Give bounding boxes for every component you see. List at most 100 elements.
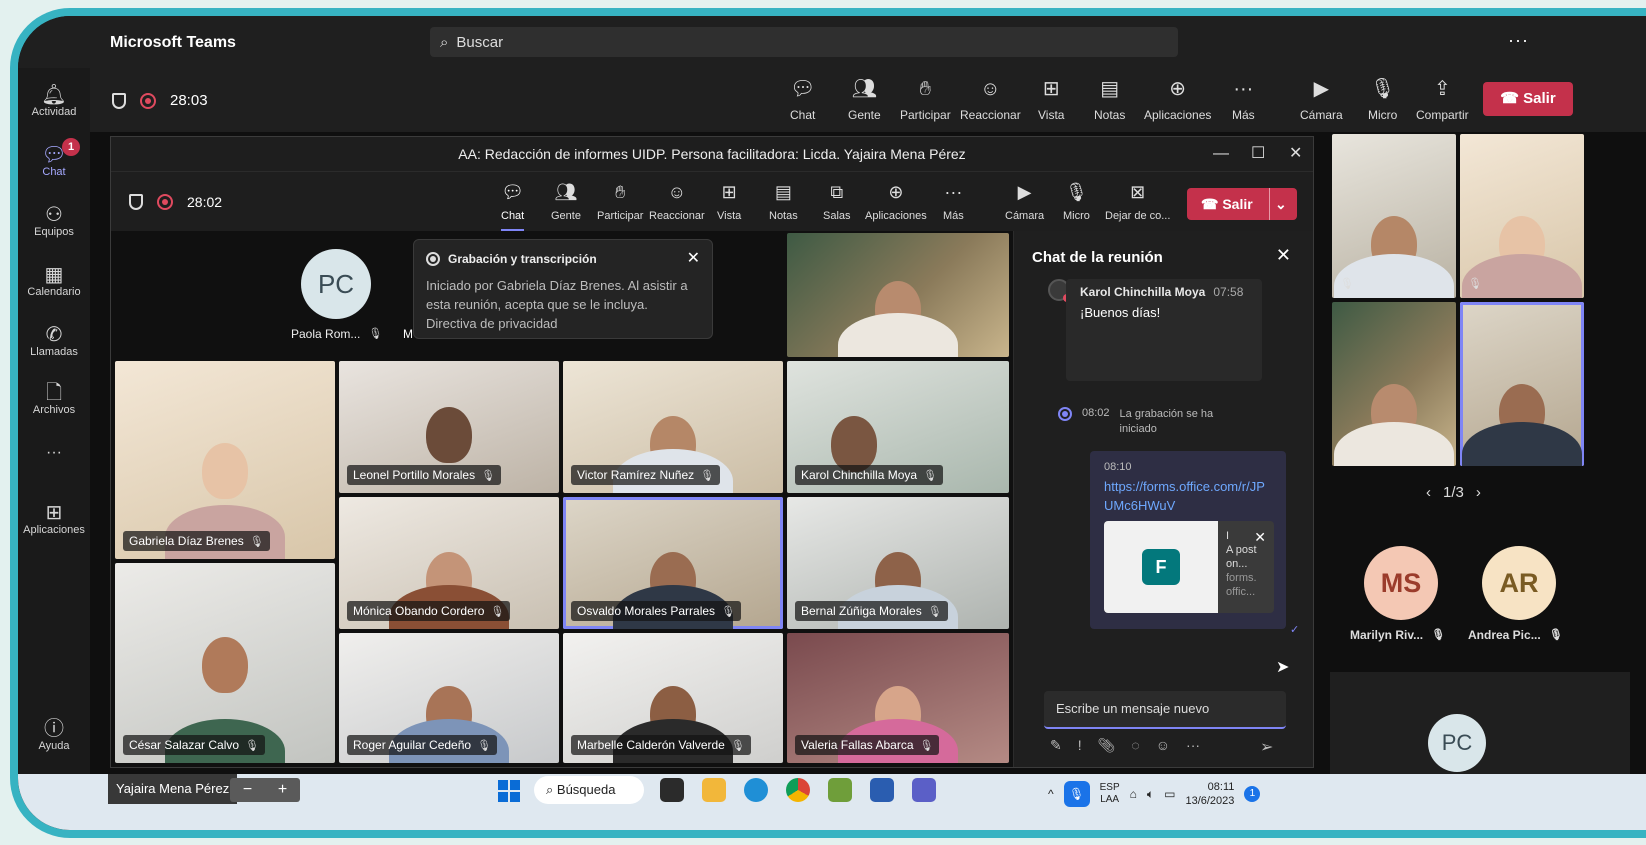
shared-leave-button[interactable]: ☎ Salir ⌄ bbox=[1187, 188, 1297, 220]
shared-notes-button[interactable]: ▤ Notas bbox=[769, 180, 798, 222]
maximize-icon[interactable]: ☐ bbox=[1251, 137, 1265, 171]
priority-icon[interactable]: ! bbox=[1078, 737, 1082, 754]
edge-icon[interactable] bbox=[744, 778, 768, 802]
toolbar-people-button[interactable]: 👥︎ Gente bbox=[848, 76, 881, 122]
video-tile[interactable]: Gabriela Díaz Brenes 🎙︎ bbox=[115, 361, 335, 559]
send-icon[interactable]: ➢ bbox=[1260, 737, 1273, 757]
shield-icon bbox=[129, 194, 143, 210]
rail-item-calendario[interactable]: ▦ Calendario bbox=[18, 264, 90, 298]
video-tile-speaking[interactable] bbox=[1460, 302, 1584, 466]
chevron-left-icon[interactable]: ‹ bbox=[1426, 484, 1431, 501]
video-tile[interactable] bbox=[1332, 302, 1456, 466]
teams-icon: ⚇ bbox=[45, 204, 63, 226]
rail-item-more[interactable]: ··· bbox=[18, 444, 90, 462]
language-indicator[interactable]: ESP LAA bbox=[1100, 782, 1120, 806]
rail-item-actividad[interactable]: 🔔︎ Actividad bbox=[18, 84, 90, 118]
video-tile[interactable]: Roger Aguilar Cedeño 🎙︎ bbox=[339, 633, 559, 763]
video-tile[interactable]: 🎙︎ bbox=[1460, 134, 1584, 298]
emoji-icon[interactable]: ☺ bbox=[1156, 737, 1170, 754]
battery-icon[interactable]: ▭ bbox=[1164, 787, 1175, 801]
app-icon[interactable] bbox=[828, 778, 852, 802]
video-tile-classroom[interactable] bbox=[787, 233, 1009, 357]
file-explorer-icon[interactable] bbox=[702, 778, 726, 802]
video-tile[interactable]: 🎙︎ bbox=[1332, 134, 1456, 298]
notification-badge[interactable]: 1 bbox=[1244, 786, 1261, 802]
toolbar-apps-button[interactable]: ⊕ Aplicaciones bbox=[1144, 76, 1211, 122]
toolbar-view-button[interactable]: ⊞ Vista bbox=[1038, 76, 1064, 122]
shared-raise-hand-button[interactable]: ✋︎ Participar bbox=[597, 180, 643, 222]
zoom-in-icon[interactable]: + bbox=[278, 778, 287, 802]
shared-apps-button[interactable]: ⊕ Aplicaciones bbox=[865, 180, 927, 222]
video-tile[interactable]: César Salazar Calvo 🎙︎ bbox=[115, 563, 335, 763]
clock[interactable]: 08:11 13/6/2023 bbox=[1185, 780, 1234, 808]
network-icon[interactable]: ⌂ bbox=[1130, 787, 1137, 801]
mic-icon[interactable]: 🎙︎ bbox=[1063, 781, 1090, 807]
format-icon[interactable]: ✎ bbox=[1050, 737, 1062, 754]
mic-off-icon: 🎙︎ bbox=[249, 535, 264, 548]
video-tile[interactable]: Bernal Zúñiga Morales 🎙︎ bbox=[787, 497, 1009, 629]
leave-button[interactable]: ☎ Salir bbox=[1483, 82, 1573, 116]
task-view-icon[interactable] bbox=[660, 778, 684, 802]
video-tile[interactable]: Mónica Obando Cordero 🎙︎ bbox=[339, 497, 559, 629]
toolbar-raise-hand-button[interactable]: ✋︎ Participar bbox=[900, 76, 951, 122]
teams-icon[interactable] bbox=[912, 778, 936, 802]
chevron-right-icon[interactable]: › bbox=[1476, 484, 1481, 501]
video-tile-speaking[interactable]: Osvaldo Morales Parrales 🎙︎ bbox=[563, 497, 783, 629]
rail-item-aplicaciones[interactable]: ⊞ Aplicaciones bbox=[18, 502, 90, 536]
forms-link[interactable]: https://forms.office.com/r/JPUMc6HWuV bbox=[1104, 477, 1272, 515]
toolbar-camera-button[interactable]: ▶︎ Cámara bbox=[1300, 76, 1343, 122]
minimize-icon[interactable]: — bbox=[1213, 137, 1229, 171]
video-tile[interactable]: Marbelle Calderón Valverde 🎙︎ bbox=[563, 633, 783, 763]
video-tile[interactable]: Leonel Portillo Morales 🎙︎ bbox=[339, 361, 559, 493]
speaker-icon[interactable]: 🔈︎ bbox=[1147, 787, 1154, 802]
more-icon[interactable]: ··· bbox=[1186, 737, 1200, 754]
shared-people-button[interactable]: 👥︎ Gente bbox=[551, 180, 581, 222]
shared-view-button[interactable]: ⊞ Vista bbox=[717, 180, 741, 222]
windows-start-icon[interactable] bbox=[498, 780, 520, 802]
close-icon[interactable]: ✕ bbox=[1254, 529, 1266, 546]
loop-icon[interactable]: ◌ bbox=[1131, 737, 1139, 754]
participant-name-cut: M bbox=[403, 327, 413, 341]
mic-off-icon: 🎙︎ bbox=[490, 605, 505, 618]
toolbar-share-button[interactable]: ⇪ Compartir bbox=[1416, 76, 1469, 122]
stop-sharing-button[interactable]: ⊠ Dejar de co... bbox=[1105, 180, 1170, 222]
chevron-down-icon[interactable]: ⌄ bbox=[1275, 188, 1287, 220]
taskbar-search[interactable]: ⌕ Búsqueda bbox=[534, 776, 644, 804]
toolbar-react-button[interactable]: ☺ Reaccionar bbox=[960, 76, 1021, 122]
link-preview-card[interactable]: F I A post on... forms. offic... ✕ bbox=[1104, 521, 1274, 613]
more-options-icon[interactable]: ··· bbox=[1508, 30, 1529, 51]
attach-icon[interactable]: 📎︎ bbox=[1098, 737, 1116, 754]
zoom-out-icon[interactable]: − bbox=[243, 778, 252, 802]
chrome-icon[interactable] bbox=[786, 778, 810, 802]
message-input[interactable]: Escribe un mensaje nuevo bbox=[1044, 691, 1286, 729]
search-input[interactable]: ⌕ Buscar bbox=[430, 27, 1178, 57]
close-icon[interactable]: ✕ bbox=[1289, 137, 1302, 171]
shared-camera-button[interactable]: ▶︎ Cámara bbox=[1005, 180, 1044, 222]
video-tile[interactable]: Karol Chinchilla Moya 🎙︎ bbox=[787, 361, 1009, 493]
video-tile[interactable]: Valeria Fallas Abarca 🎙︎ bbox=[787, 633, 1009, 763]
shared-chat-button[interactable]: 💬︎ Chat bbox=[501, 180, 525, 232]
stop-share-icon: ⊠ bbox=[1130, 182, 1146, 202]
close-icon[interactable]: ✕ bbox=[1276, 245, 1291, 266]
video-tile[interactable]: Victor Ramírez Nuñez 🎙︎ bbox=[563, 361, 783, 493]
toolbar-more-button[interactable]: ··· Más bbox=[1232, 76, 1255, 122]
button-label: Micro bbox=[1063, 210, 1090, 222]
grid-icon: ⊞ bbox=[721, 182, 737, 202]
close-icon[interactable]: ✕ bbox=[687, 248, 700, 268]
word-icon[interactable] bbox=[870, 778, 894, 802]
toolbar-mic-button[interactable]: 🎙︎ Micro bbox=[1368, 76, 1397, 122]
toolbar-notes-button[interactable]: ▤ Notas bbox=[1094, 76, 1125, 122]
shared-rooms-button[interactable]: ⧉ Salas bbox=[823, 180, 851, 222]
rail-item-archivos[interactable]: 🗋︎ Archivos bbox=[18, 382, 90, 416]
shared-more-button[interactable]: ··· Más bbox=[943, 180, 964, 222]
shared-react-button[interactable]: ☺ Reaccionar bbox=[649, 180, 705, 222]
rail-item-ayuda[interactable]: ⓘ Ayuda bbox=[18, 718, 90, 752]
rail-item-chat[interactable]: 💬︎ 1 Chat bbox=[18, 138, 90, 178]
rail-item-llamadas[interactable]: ✆ Llamadas bbox=[18, 324, 90, 358]
rail-item-equipos[interactable]: ⚇ Equipos bbox=[18, 204, 90, 238]
preview-description: A post on... bbox=[1226, 544, 1257, 570]
shared-mic-button[interactable]: 🎙︎ Micro bbox=[1063, 180, 1090, 222]
button-label: Cámara bbox=[1300, 108, 1343, 122]
toolbar-chat-button[interactable]: 💬︎ Chat bbox=[790, 76, 815, 122]
chevron-up-icon[interactable]: ^ bbox=[1048, 787, 1054, 801]
